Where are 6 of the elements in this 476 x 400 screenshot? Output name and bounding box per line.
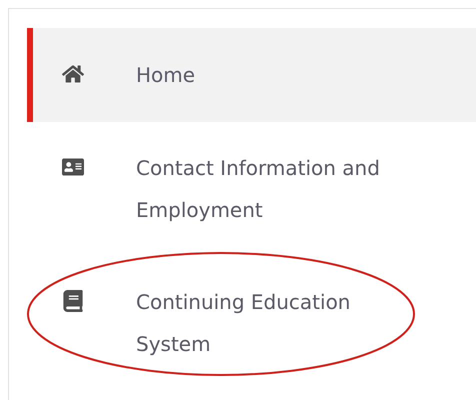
id-card-icon <box>62 156 84 178</box>
nav-item[interactable]: Contact Information and Employment <box>27 122 476 256</box>
book-icon <box>62 290 84 312</box>
nav-item[interactable]: Home <box>27 28 476 122</box>
nav-item[interactable]: Continuing Education System <box>27 256 476 390</box>
home-icon <box>62 63 84 85</box>
